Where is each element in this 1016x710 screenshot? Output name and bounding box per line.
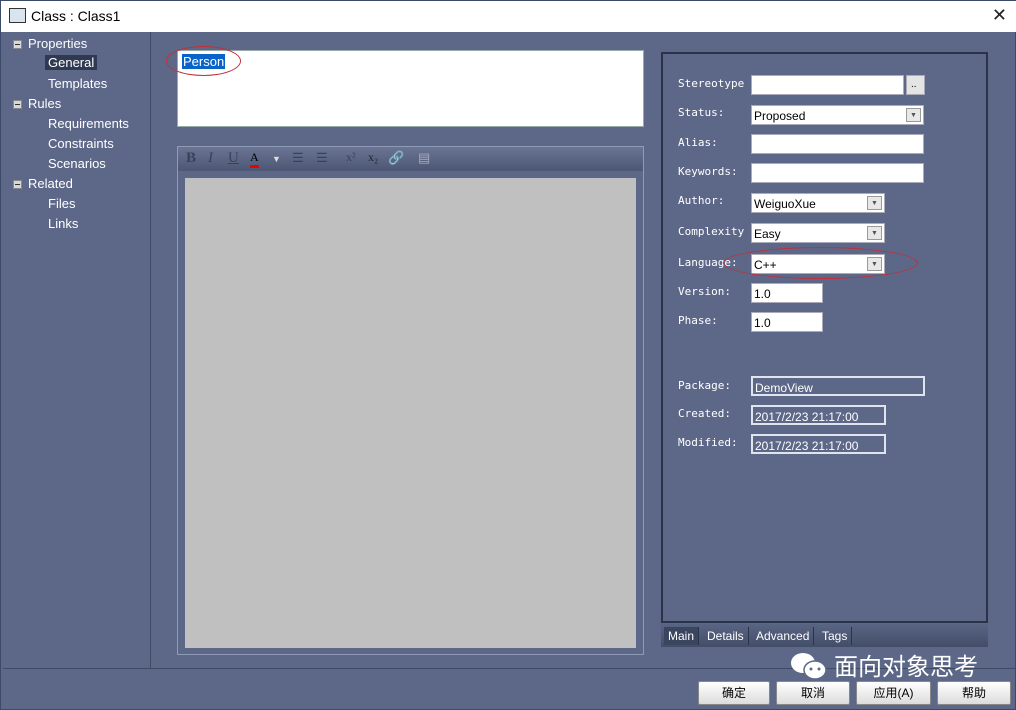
tree-item-templates[interactable]: Templates — [48, 76, 107, 91]
highlight-ellipse — [723, 247, 918, 279]
bold-icon[interactable]: B — [186, 150, 196, 167]
tree-node-rules[interactable]: Rules — [28, 96, 61, 111]
tree-item-files[interactable]: Files — [48, 196, 75, 211]
tree-node-related[interactable]: Related — [28, 176, 73, 191]
bullet-list-icon[interactable]: ☰ — [292, 150, 304, 166]
dropdown-icon[interactable]: ▼ — [272, 154, 281, 164]
font-color-icon[interactable]: A — [250, 150, 259, 168]
tree-item-general[interactable]: General — [45, 55, 98, 70]
modified-field: 2017/2/23 21:17:00 — [751, 434, 886, 454]
wechat-icon — [791, 653, 827, 680]
underline-icon[interactable]: U — [228, 150, 239, 167]
author-select[interactable]: WeiguoXue ▼ — [751, 193, 885, 213]
properties-tabs: Main Details Advanced Tags — [661, 624, 988, 647]
chevron-down-icon[interactable]: ▼ — [867, 226, 882, 240]
created-label: Created: — [678, 407, 731, 420]
stereotype-input[interactable] — [751, 75, 904, 95]
window-title: Class : Class1 — [31, 8, 121, 24]
status-select[interactable]: Proposed ▼ — [751, 105, 924, 125]
editor-toolbar: B I U A ▼ ☰ ☰ x² x₂ 🔗 ▤ — [178, 147, 643, 171]
cancel-button[interactable]: 取消 — [776, 681, 850, 705]
document-icon[interactable]: ▤ — [418, 150, 430, 166]
tree-item-scenarios[interactable]: Scenarios — [48, 156, 106, 171]
phase-label: Phase: — [678, 314, 718, 327]
collapse-icon[interactable] — [13, 100, 22, 109]
package-label: Package: — [678, 379, 731, 392]
modified-label: Modified: — [678, 436, 738, 449]
help-button[interactable]: 帮助 — [937, 681, 1011, 705]
italic-icon[interactable]: I — [208, 150, 213, 167]
class-icon — [9, 8, 26, 23]
apply-button[interactable]: 应用(A) — [856, 681, 931, 705]
ok-button[interactable]: 确定 — [698, 681, 770, 705]
tab-tags[interactable]: Tags — [818, 627, 853, 645]
tree-item-links[interactable]: Links — [48, 216, 78, 231]
tree-node-properties[interactable]: Properties — [28, 36, 87, 51]
complexity-select[interactable]: Easy ▼ — [751, 223, 885, 243]
phase-input[interactable]: 1.0 — [751, 312, 823, 332]
package-field: DemoView — [751, 376, 925, 396]
tab-details[interactable]: Details — [703, 627, 749, 645]
complexity-value: Easy — [754, 227, 781, 241]
sidebar-tree: Properties General Templates Rules Requi… — [3, 32, 151, 668]
tree-item-requirements[interactable]: Requirements — [48, 116, 129, 131]
tree-item-constraints[interactable]: Constraints — [48, 136, 114, 151]
author-label: Author: — [678, 194, 725, 207]
stereotype-label: Stereotype — [678, 77, 745, 90]
properties-panel: Stereotype .. Status: Proposed ▼ Alias: K… — [661, 52, 988, 623]
tab-advanced[interactable]: Advanced — [752, 627, 815, 645]
stereotype-browse-button[interactable]: .. — [906, 75, 925, 95]
alias-label: Alias: — [678, 136, 718, 149]
chevron-down-icon[interactable]: ▼ — [906, 108, 921, 122]
title-bar: Class : Class1 ✕ — [1, 1, 1016, 32]
collapse-icon[interactable] — [13, 180, 22, 189]
highlight-ellipse — [166, 46, 241, 76]
chevron-down-icon[interactable]: ▼ — [867, 196, 882, 210]
name-input[interactable]: Person — [177, 50, 644, 127]
numbered-list-icon[interactable]: ☰ — [316, 150, 328, 166]
alias-input[interactable] — [751, 134, 924, 154]
notes-editor: B I U A ▼ ☰ ☰ x² x₂ 🔗 ▤ — [177, 146, 644, 655]
collapse-icon[interactable] — [13, 40, 22, 49]
keywords-label: Keywords: — [678, 165, 738, 178]
version-label: Version: — [678, 285, 731, 298]
complexity-label: Complexity — [678, 225, 745, 238]
created-field: 2017/2/23 21:17:00 — [751, 405, 886, 425]
tab-main[interactable]: Main — [664, 627, 700, 645]
subscript-icon[interactable]: x₂ — [368, 150, 378, 165]
version-input[interactable]: 1.0 — [751, 283, 823, 303]
hyperlink-icon[interactable]: 🔗 — [388, 150, 404, 166]
superscript-icon[interactable]: x² — [346, 150, 356, 165]
author-value: WeiguoXue — [754, 197, 816, 211]
status-label: Status: — [678, 106, 725, 119]
keywords-input[interactable] — [751, 163, 924, 183]
close-icon[interactable]: ✕ — [992, 5, 1007, 26]
notes-text-area[interactable] — [185, 178, 636, 648]
status-value: Proposed — [754, 109, 806, 123]
watermark-text: 面向对象思考 — [834, 654, 978, 681]
